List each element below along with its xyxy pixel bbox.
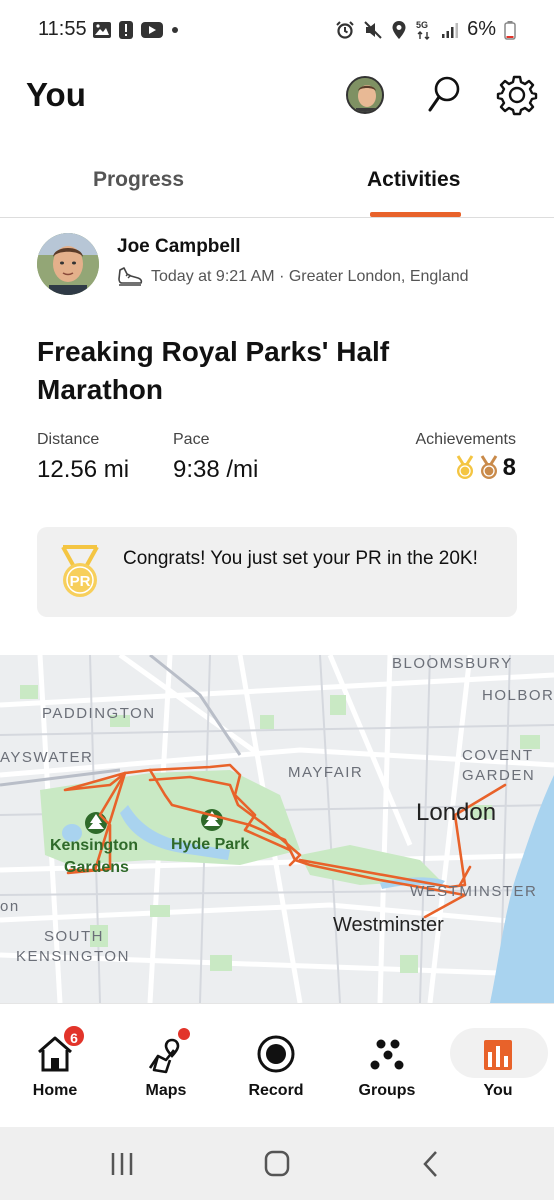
map-label-kensington: KENSINGTON [16,948,130,965]
map-label-bayswater: AYSWATER [0,749,94,766]
signal-icon [442,22,459,38]
status-time: 11:55 [38,18,87,40]
dot-icon [172,27,178,33]
map-label-holborn: HOLBORN [482,687,554,704]
distance-value: 12.56 mi [37,456,130,483]
home-button-icon[interactable] [257,1149,297,1179]
nav-record-label: Record [248,1082,304,1099]
youtube-icon [141,22,163,38]
map-label-garden: GARDEN [462,767,536,784]
distance-label: Distance [37,431,100,448]
nav-you-label: You [483,1082,513,1099]
park-icon-kensington [85,812,107,834]
alarm-icon [336,20,354,39]
map-label-paddington: PADDINGTON [42,705,156,722]
you-stats-icon [484,1040,512,1070]
map-label-south: SOUTH [44,928,104,945]
nav-record[interactable]: Record [221,1022,331,1112]
nav-home-label: Home [32,1082,78,1099]
map-label-bloomsbury: BLOOMSBURY [392,655,513,672]
map-label-covent: COVENT [462,747,534,764]
shoe-icon [118,267,143,286]
pace-value: 9:38 /mi [173,456,259,483]
search-icon[interactable] [426,74,462,114]
battery-percent: 6% [467,18,496,40]
activity-meta: Today at 9:21 AM · Greater London, Engla… [117,266,469,288]
app-header: You [0,62,554,132]
groups-icon [370,1039,404,1070]
mute-icon [364,20,382,39]
map-label-on: on [0,898,20,915]
map-label-london: London [416,799,497,826]
map-label-hyde-park: Hyde Park [171,836,250,853]
achievements-value[interactable]: 8 [455,454,516,482]
nav-maps-label: Maps [145,1082,187,1099]
tab-active-indicator [370,212,461,217]
activity-title[interactable]: Freaking Royal Parks' Half Marathon [37,333,517,409]
profile-avatar[interactable] [346,76,384,114]
svg-text:5G: 5G [416,20,428,30]
nav-home[interactable]: 6 Home [0,1022,110,1112]
maps-notification-dot [178,1028,190,1040]
gear-icon[interactable] [496,74,538,116]
tab-bar: Progress Activities [0,148,554,218]
page-title: You [26,76,86,113]
tab-progress[interactable]: Progress [93,168,184,192]
back-icon[interactable] [412,1149,452,1179]
pr-medal-icon: PR [61,545,99,597]
map-label-westminster-area: WESTMINSTER [410,883,538,900]
status-left-icons [92,20,180,40]
athlete-name[interactable]: Joe Campbell [117,236,241,258]
bronze-medal-icon [480,455,497,479]
battery-icon [504,20,516,40]
avatar-image [348,78,382,112]
achievements-label: Achievements [415,431,517,448]
map-label-kensington-gardens-2: Gardens [64,859,129,876]
map-label-mayfair: MAYFAIR [288,764,364,781]
route-map[interactable]: BLOOMSBURY HOLBORN PADDINGTON AYSWATER M… [0,655,554,1003]
achievements-count: 8 [502,454,516,481]
map-label-kensington-gardens-1: Kensington [50,837,138,854]
pr-banner[interactable]: PR Congrats! You just set your PR in the… [37,527,517,617]
nav-maps[interactable]: Maps [111,1022,221,1112]
location-icon [392,20,406,39]
5g-icon: 5G [416,20,430,40]
gallery-icon [93,22,111,38]
alert-icon [119,21,133,39]
home-badge: 6 [62,1024,86,1048]
nav-groups-label: Groups [358,1082,416,1099]
bottom-nav: 6 Home Maps Record Groups You [0,1003,554,1127]
tab-activities[interactable]: Activities [367,168,460,192]
activity-meta-text: Today at 9:21 AM · Greater London, Engla… [151,268,469,285]
gold-medal-icon [456,455,473,479]
pr-badge-text: PR [70,573,91,590]
nav-groups[interactable]: Groups [332,1022,442,1112]
pace-label: Pace [173,431,210,448]
status-bar: 11:55 5G 6% [0,0,554,62]
map-label-westminster: Westminster [333,914,444,936]
athlete-avatar[interactable] [37,233,99,295]
nav-you[interactable]: You [443,1022,553,1112]
pr-message: Congrats! You just set your PR in the 20… [123,548,478,569]
system-nav-bar [0,1127,554,1200]
record-icon [257,1035,295,1073]
maps-icon [148,1038,180,1074]
status-right-icons: 5G 6% [335,18,516,41]
recent-apps-icon[interactable] [102,1149,142,1179]
athlete-photo [37,233,99,295]
